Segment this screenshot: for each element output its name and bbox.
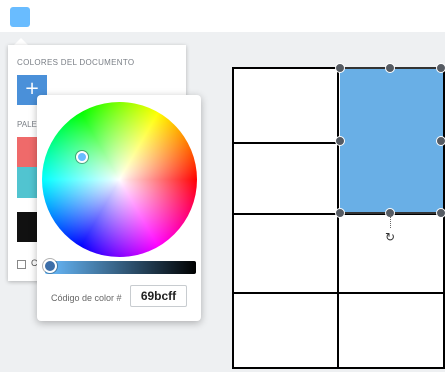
resize-handle-bottom-right[interactable] bbox=[436, 208, 445, 218]
brightness-slider-knob[interactable] bbox=[43, 259, 57, 273]
palette-title: PALE bbox=[17, 120, 37, 129]
resize-handle-middle-right[interactable] bbox=[436, 136, 445, 146]
rotate-icon[interactable]: ↻ bbox=[383, 230, 397, 244]
toolbar-color-swatch[interactable] bbox=[10, 7, 30, 27]
brightness-slider[interactable] bbox=[45, 261, 196, 274]
panel-pointer-arrow bbox=[14, 38, 28, 45]
document-colors-title: COLORES DEL DOCUMENTO bbox=[17, 58, 135, 67]
resize-handle-top-right[interactable] bbox=[436, 63, 445, 73]
hex-code-input[interactable] bbox=[130, 285, 187, 307]
resize-handle-top-middle[interactable] bbox=[385, 63, 395, 73]
color-wheel-marker[interactable] bbox=[76, 151, 88, 163]
palette-swatch-black[interactable] bbox=[17, 212, 39, 242]
grid-vertical-divider bbox=[337, 67, 339, 369]
grid-horizontal-divider bbox=[232, 142, 338, 144]
grid-horizontal-divider bbox=[232, 292, 445, 294]
resize-handle-top-left[interactable] bbox=[335, 63, 345, 73]
resize-handle-bottom-left[interactable] bbox=[335, 208, 345, 218]
option-checkbox[interactable] bbox=[17, 260, 26, 269]
hex-code-label: Código de color # bbox=[51, 293, 122, 303]
resize-handle-middle-left[interactable] bbox=[335, 136, 345, 146]
palette-swatch-teal[interactable] bbox=[17, 167, 39, 198]
rotate-handle-stem bbox=[390, 214, 391, 228]
palette-swatch-red[interactable] bbox=[17, 137, 39, 167]
selected-table-cell[interactable] bbox=[340, 69, 443, 213]
color-wheel[interactable] bbox=[42, 102, 197, 257]
